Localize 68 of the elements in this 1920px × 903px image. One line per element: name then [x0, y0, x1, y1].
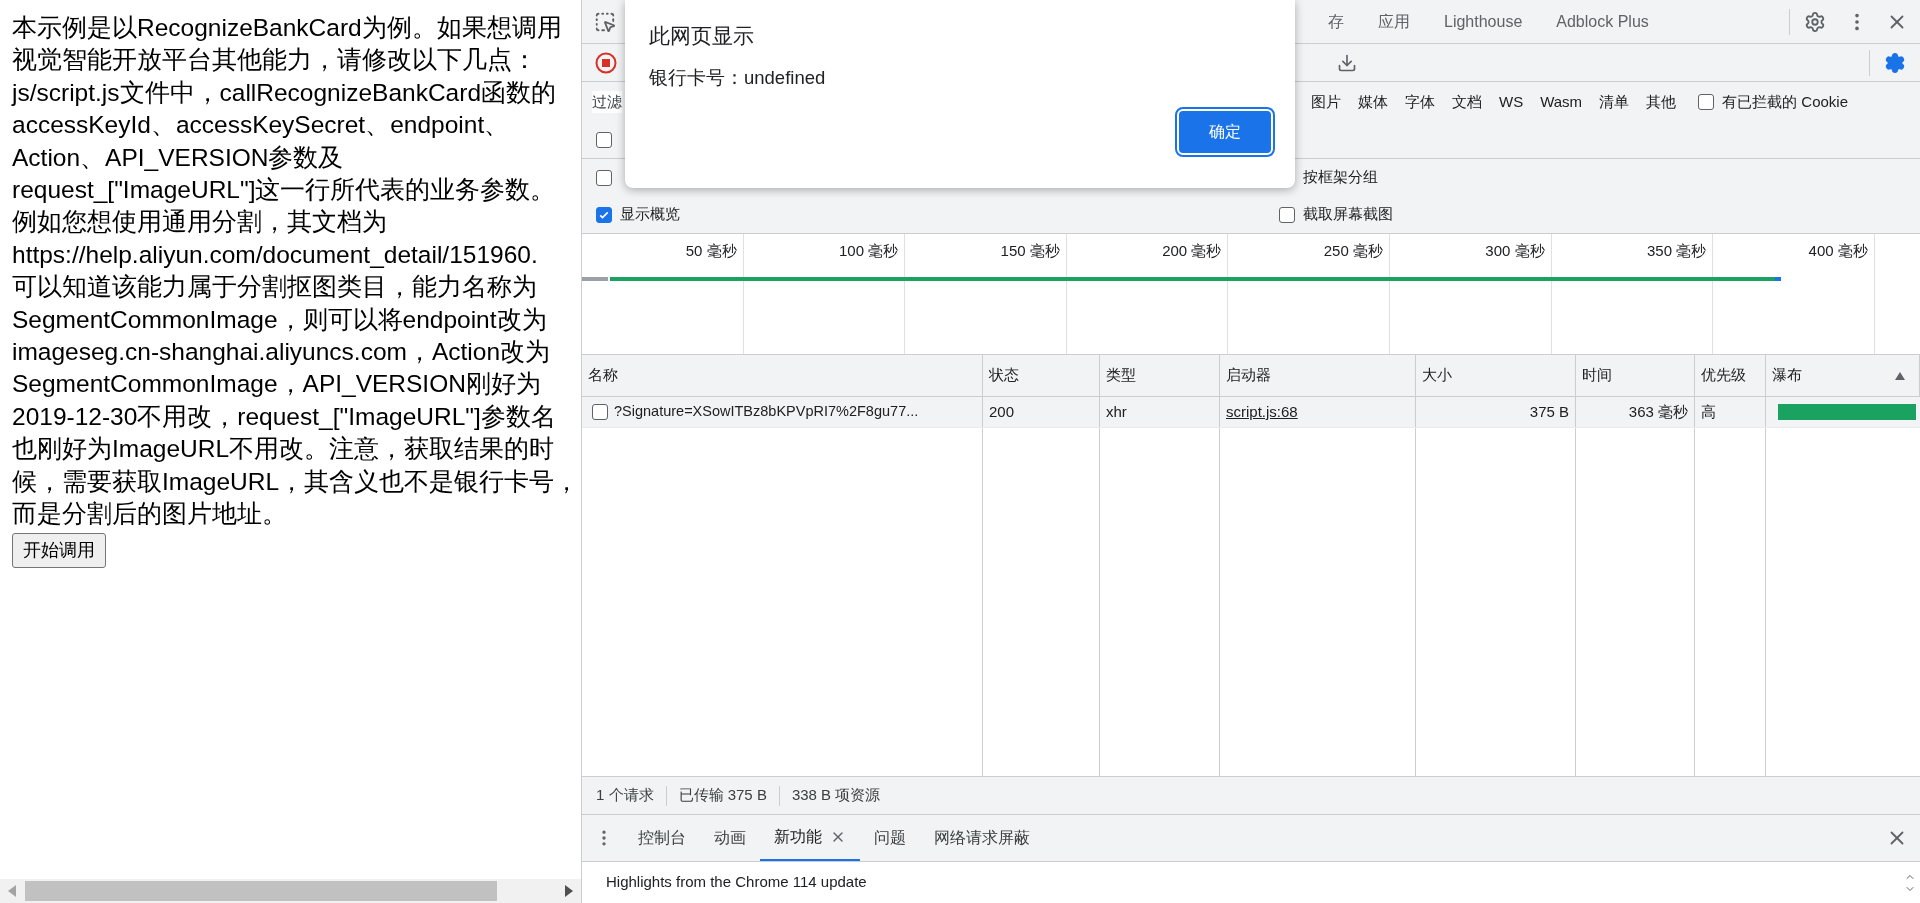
time-tick: 200 毫秒	[1162, 242, 1222, 259]
drawer-tab[interactable]: 动画	[700, 815, 760, 861]
panel-tab[interactable]: 应用	[1378, 9, 1410, 34]
drawer-tab[interactable]: 控制台	[624, 815, 700, 861]
checkbox-label: 按框架分组	[1303, 167, 1378, 188]
column-header[interactable]: 状态	[983, 355, 1100, 396]
time-tick: 400 毫秒	[1808, 242, 1868, 259]
checkbox[interactable]	[592, 404, 608, 420]
initiator-link[interactable]: script.js:68	[1226, 400, 1298, 424]
instructions-paragraph: 本示例是以RecognizeBankCard为例。如果想调用 视觉智能开放平台其他能力，请修改以下几点： js/script.js文件中，callRecognizeBankCard函数的 accessKeyId、accessKeySecret、endpoint、 Action、API_VERSION参数及 request_["ImageURL"]这一行所代表的业务参数。 例如您想使用通用分割，其文档为 https://help.aliyun.com/document_detail/151960. 可以知道该能力属于分割抠图类目，能力名称为 SegmentCommonImage，则可以将endpoint改为 imageseg.cn-shanghai.aliyuncs.com，Action改为 SegmentCommonImage，API_VERSION刚好为 2019-12-30不用改，request_["ImageURL"]参数名 也刚好为ImageURL不用改。注意，获取结果的时 候，需要获取ImageURL，其含义也不是银行卡号， 而是分割后的图片地址。	[12, 13, 581, 530]
horizontal-scrollbar[interactable]	[0, 879, 581, 903]
network-settings-icon[interactable]	[1884, 51, 1906, 74]
column-header[interactable]: 大小	[1416, 355, 1576, 396]
checkbox[interactable]	[1279, 206, 1295, 223]
panel-tab[interactable]: Adblock Plus	[1556, 9, 1649, 34]
time-tick: 150 毫秒	[1000, 242, 1060, 259]
inspect-element-icon[interactable]	[594, 10, 616, 33]
dialog-message: 银行卡号：undefined	[649, 65, 827, 90]
drawer-tab[interactable]: 网络请求屏蔽	[920, 815, 1044, 861]
start-call-button[interactable]: 开始调用	[12, 532, 106, 568]
type-filter[interactable]: 文档	[1452, 90, 1482, 114]
time-tick: 50 毫秒	[685, 242, 737, 259]
type-filter[interactable]: Wasm	[1540, 90, 1583, 114]
checkbox[interactable]	[1698, 94, 1715, 110]
table-cell-text: 200	[989, 401, 1015, 422]
column-header[interactable]: 类型	[1100, 355, 1220, 396]
status-text: 338 B 项资源	[791, 785, 881, 806]
type-filter[interactable]: 媒体	[1358, 90, 1388, 114]
table-cell[interactable]: ?Signature=XSowITBz8bKPVpRI7%2F8gu77...	[614, 401, 919, 423]
column-header[interactable]: 瀑布	[1766, 355, 1920, 396]
drawer-tab[interactable]: 问题	[860, 815, 920, 861]
status-text: 已传输 375 B	[678, 785, 767, 806]
settings-icon[interactable]	[1804, 10, 1826, 33]
table-cell-text: 高	[1701, 401, 1716, 422]
scroll-right-icon[interactable]	[565, 885, 573, 897]
dialog-title: 此网页显示	[649, 23, 755, 49]
table-cell-text: xhr	[1106, 401, 1127, 422]
time-tick: 350 毫秒	[1646, 242, 1707, 259]
checkbox-label: 显示概览	[620, 204, 680, 225]
column-header[interactable]: 时间	[1576, 355, 1695, 396]
checkbox[interactable]	[596, 169, 612, 186]
download-icon[interactable]	[1337, 52, 1357, 73]
checkbox[interactable]	[596, 132, 612, 148]
checkbox-label: 截取屏幕截图	[1303, 204, 1393, 225]
table-cell-text: 375 B	[1529, 401, 1569, 422]
type-filter[interactable]: 字体	[1405, 90, 1435, 114]
time-tick: 250 毫秒	[1323, 242, 1383, 259]
checkbox[interactable]	[596, 206, 612, 223]
checkbox-label: 有已拦截的 Cookie	[1722, 91, 1848, 112]
column-header[interactable]: 启动器	[1220, 355, 1416, 396]
type-filter[interactable]: 图片	[1311, 90, 1341, 114]
type-filter[interactable]: 清单	[1599, 90, 1630, 114]
table-cell-text: 363 毫秒	[1628, 401, 1688, 422]
type-filter[interactable]: 其他	[1646, 90, 1677, 114]
stop-recording-icon[interactable]	[595, 51, 617, 74]
panel-tab[interactable]: 存	[1328, 9, 1344, 34]
column-header[interactable]: 名称	[582, 355, 983, 396]
whats-new-heading: Highlights from the Chrome 114 update	[606, 872, 867, 893]
time-tick: 100 毫秒	[839, 242, 899, 259]
scrollbar-thumb[interactable]	[25, 881, 497, 901]
sort-ascending-icon	[1895, 371, 1905, 380]
panel-tab[interactable]: Lighthouse	[1444, 9, 1523, 34]
type-filter[interactable]: WS	[1499, 90, 1524, 114]
time-tick: 300 毫秒	[1485, 242, 1545, 259]
status-text: 1 个请求	[596, 785, 654, 806]
column-header[interactable]: 优先级	[1695, 355, 1766, 396]
filter-label: 过滤	[592, 90, 622, 114]
overview-timeline[interactable]: 50 毫秒 100 毫秒 150 毫秒 200 毫秒 250 毫秒 300 毫秒 350 毫秒 400 毫秒	[582, 233, 1920, 355]
